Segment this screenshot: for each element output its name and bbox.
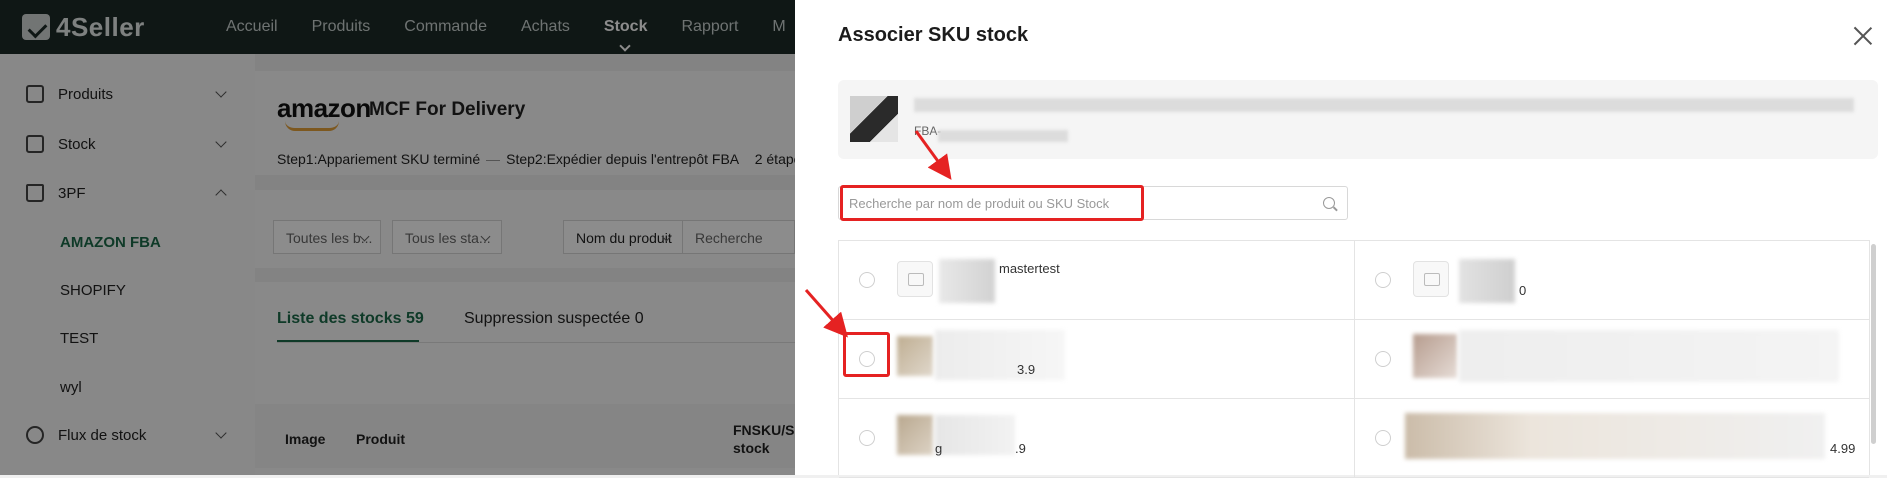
sku-radio[interactable] bbox=[1375, 430, 1391, 446]
sku-radio[interactable] bbox=[859, 430, 875, 446]
annotation-highlight-radio bbox=[843, 332, 890, 377]
redacted-block bbox=[935, 330, 1065, 380]
sku-result-item[interactable]: 0 bbox=[1354, 241, 1869, 320]
sku-result-item[interactable]: g .9 bbox=[839, 399, 1354, 478]
redacted-block bbox=[1405, 413, 1825, 459]
sku-price: 4.99 bbox=[1830, 441, 1856, 456]
redacted-block bbox=[1459, 330, 1839, 382]
sku-name: mastertest bbox=[999, 261, 1060, 276]
annotation-highlight-search bbox=[840, 185, 1144, 221]
selected-product-card: FBA- bbox=[838, 80, 1878, 159]
redacted-block bbox=[1459, 259, 1515, 303]
modal-backdrop[interactable] bbox=[0, 0, 795, 475]
search-icon[interactable] bbox=[1323, 197, 1335, 209]
sku-result-item[interactable]: 3.9 bbox=[839, 320, 1354, 399]
image-placeholder-icon bbox=[897, 261, 933, 297]
sku-result-item[interactable]: mastertest bbox=[839, 241, 1354, 320]
sku-radio[interactable] bbox=[859, 272, 875, 288]
sku-price: 0 bbox=[1519, 283, 1527, 298]
image-placeholder-icon bbox=[1413, 261, 1449, 297]
product-name-redacted bbox=[914, 98, 1854, 112]
sku-radio[interactable] bbox=[1375, 272, 1391, 288]
product-thumbnail bbox=[850, 96, 898, 142]
sku-radio[interactable] bbox=[1375, 351, 1391, 367]
drawer-title: Associer SKU stock bbox=[838, 24, 1029, 46]
redacted-thumbnail bbox=[897, 336, 933, 376]
sku-name: g bbox=[935, 441, 943, 456]
redacted-block bbox=[935, 415, 1015, 455]
sku-price: .9 bbox=[1015, 441, 1026, 456]
sku-result-item[interactable] bbox=[1354, 320, 1869, 399]
results-scrollbar[interactable] bbox=[1870, 240, 1878, 475]
sku-results-grid: mastertest 0 3.9 g .9 4.99 bbox=[838, 240, 1870, 478]
sku-result-item[interactable]: 4.99 bbox=[1354, 399, 1869, 478]
redacted-thumbnail bbox=[897, 415, 933, 455]
scrollbar-thumb[interactable] bbox=[1871, 244, 1876, 444]
associate-sku-drawer: Associer SKU stock FBA- Recherche par no… bbox=[795, 0, 1887, 478]
redacted-thumbnail bbox=[1413, 334, 1457, 378]
product-sku-redacted bbox=[938, 130, 1068, 142]
close-icon[interactable] bbox=[1853, 26, 1873, 46]
redacted-block bbox=[939, 259, 995, 303]
sku-price: 3.9 bbox=[1017, 362, 1036, 377]
